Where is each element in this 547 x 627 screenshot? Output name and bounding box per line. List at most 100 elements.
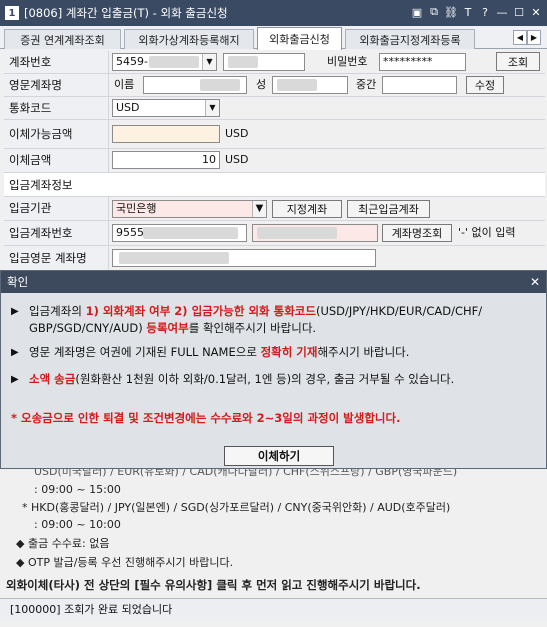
b1-pre: 입금계좌의 <box>29 304 86 318</box>
notice-line-4: : 09:00 ~ 10:00 <box>34 518 121 531</box>
b1-red1: 1) 외화계좌 여부 2) 입금가능한 외화 통화코드 <box>85 304 316 318</box>
transfer-amount-input[interactable]: 10 <box>112 151 220 169</box>
available-amount-label: 이체가능금액 <box>4 120 109 148</box>
b1-post: 를 확인해주시기 바랍니다. <box>188 321 317 335</box>
b1-red2: 등록여부 <box>146 321 189 335</box>
dialog-title-bar: 확인 ✕ <box>1 271 546 293</box>
bullet-triangle-icon: ▶ <box>11 374 19 385</box>
bullet-triangle-icon: ▶ <box>11 306 19 317</box>
middle-name-label: 중간 <box>356 78 377 91</box>
title-bar: 1 [0806] 계좌간 입출금(T) - 외화 출금신청 ▣ ⧉ ⛓ T ? … <box>0 0 547 26</box>
deposit-account-row: 입금계좌번호 9555 계좌명조회 '-' 없이 입력 <box>4 221 545 246</box>
confirm-dialog: 확인 ✕ ▶ 입금계좌의 1) 외화계좌 여부 2) 입금가능한 외화 통화코드… <box>0 270 547 469</box>
bank-select[interactable]: 국민은행 ▼ <box>112 200 267 218</box>
tab-scroll-left-icon[interactable]: ◀ <box>513 30 527 45</box>
middle-name-field <box>382 76 457 94</box>
available-amount-field <box>112 125 220 143</box>
currency-value: USD <box>116 101 140 114</box>
minimize-icon[interactable]: — <box>495 5 509 19</box>
edit-button[interactable]: 수정 <box>466 76 504 94</box>
masked-deposit-account <box>143 227 238 239</box>
link-icon[interactable]: ⛓ <box>444 5 458 19</box>
tab-fx-withdrawal-request[interactable]: 외화출금신청 <box>257 27 342 50</box>
available-amount-row: 이체가능금액 USD <box>4 120 545 149</box>
bank-row: 입금기관 국민은행 ▼ 지정계좌 최근입금계좌 <box>4 197 545 221</box>
account-label: 계좌번호 <box>4 51 109 73</box>
dialog-warning: * 오송금으로 인한 퇴결 및 조건변경에는 수수료와 2~3일의 과정이 발생… <box>11 411 401 425</box>
password-field[interactable]: ********* <box>379 53 466 71</box>
tab-linked-account-inquiry[interactable]: 증권 연계계좌조회 <box>4 29 121 49</box>
notice-line-2: : 09:00 ~ 15:00 <box>34 483 121 496</box>
tab-scroll-right-icon[interactable]: ▶ <box>527 30 541 45</box>
dialog-title: 확인 <box>7 275 29 289</box>
transfer-amount-unit: USD <box>225 153 249 166</box>
b2-post: 해주시기 바랍니다. <box>317 345 410 359</box>
deposit-english-name-field <box>112 249 376 267</box>
currency-label: 통화코드 <box>4 97 109 119</box>
last-name-field <box>272 76 348 94</box>
currency-select[interactable]: USD ▼ <box>112 99 220 117</box>
account-row: 계좌번호 5459- ▼ 비밀번호 ********* 조회 <box>4 51 545 74</box>
bank-label: 입금기관 <box>4 197 109 220</box>
english-name-row: 영문계좌명 이름 성 중간 수정 <box>4 74 545 97</box>
deposit-account-input[interactable]: 9555 <box>112 224 247 242</box>
available-amount-unit: USD <box>225 127 249 140</box>
help-icon[interactable]: ? <box>478 5 492 19</box>
deposit-account-value: 9555 <box>116 226 144 239</box>
close-icon[interactable]: ✕ <box>530 271 540 293</box>
lookup-button[interactable]: 조회 <box>496 52 540 71</box>
chevron-down-icon[interactable]: ▼ <box>252 201 266 217</box>
b1-line2-pre: GBP/SGD/CNY/AUD) <box>29 321 147 335</box>
tab-scroll-buttons: ◀ ▶ <box>513 30 541 45</box>
new-window-icon[interactable]: ⧉ <box>427 5 441 19</box>
deposit-info-section-title: 입금계좌정보 <box>4 173 545 197</box>
close-icon[interactable]: ✕ <box>529 5 543 19</box>
bullet-triangle-icon: ▶ <box>11 347 19 358</box>
tab-strip: 증권 연계계좌조회 외화가상계좌등록해지 외화출금신청 외화출금지정계좌등록 ◀… <box>0 27 547 50</box>
transfer-amount-row: 이체금액 10 USD <box>4 149 545 173</box>
status-bar: [100000] 조회가 완료 되었습니다 <box>0 598 547 620</box>
password-label: 비밀번호 <box>327 55 368 68</box>
masked-last-name <box>277 79 317 91</box>
masked-first-name <box>200 79 240 91</box>
notice-line-5: ◆ 출금 수수료: 없음 <box>16 537 110 550</box>
first-name-label: 이름 <box>114 78 135 91</box>
maximize-icon[interactable]: ☐ <box>512 5 526 19</box>
font-icon[interactable]: T <box>461 5 475 19</box>
b3-red: 소액 송금 <box>29 372 76 386</box>
chevron-down-icon[interactable]: ▼ <box>202 54 216 70</box>
masked-name <box>228 56 258 68</box>
account-name-lookup-button[interactable]: 계좌명조회 <box>382 224 452 242</box>
first-name-field <box>143 76 247 94</box>
currency-row: 통화코드 USD ▼ <box>4 97 545 120</box>
masked-english-name <box>119 252 229 264</box>
masked-holder <box>257 227 337 239</box>
transfer-button[interactable]: 이체하기 <box>224 446 334 466</box>
deposit-account-label: 입금계좌번호 <box>4 221 109 245</box>
b2-pre: 영문 계좌명은 여권에 기재된 FULL NAME으로 <box>29 345 261 359</box>
deposit-english-name-label: 입금영문 계좌명 <box>4 246 109 270</box>
english-name-label: 영문계좌명 <box>4 74 109 96</box>
account-value: 5459- <box>116 55 148 68</box>
b2-red: 정확히 기재 <box>260 345 318 359</box>
tab-virtual-account-register[interactable]: 외화가상계좌등록해지 <box>124 29 254 49</box>
recent-deposit-account-button[interactable]: 최근입금계좌 <box>347 200 430 218</box>
transfer-amount-label: 이체금액 <box>4 149 109 172</box>
save-icon[interactable]: ▣ <box>410 5 424 19</box>
last-name-label: 성 <box>256 78 267 91</box>
account-name-field <box>223 53 305 71</box>
dash-input-hint: '-' 없이 입력 <box>458 226 516 239</box>
title-toolbar: ▣ ⧉ ⛓ T ? — ☐ ✕ <box>410 5 543 19</box>
deposit-account-holder-field <box>252 224 378 242</box>
deposit-english-name-row: 입금영문 계좌명 <box>4 246 545 270</box>
tab-designated-account-register[interactable]: 외화출금지정계좌등록 <box>345 29 475 49</box>
chevron-down-icon[interactable]: ▼ <box>205 100 219 116</box>
window-number-badge: 1 <box>5 6 19 20</box>
designated-account-button[interactable]: 지정계좌 <box>272 200 342 218</box>
masked-account <box>149 56 199 68</box>
window-title: [0806] 계좌간 입출금(T) - 외화 출금신청 <box>24 6 228 20</box>
notice-line-7: 외화이체(타사) 전 상단의 [필수 유의사항] 클릭 후 먼저 읽고 진행해주… <box>6 578 421 592</box>
account-select[interactable]: 5459- ▼ <box>112 53 217 71</box>
b3-post: (원화환산 1천원 이하 외화/0.1달러, 1엔 등)의 경우, 출금 거부될… <box>75 372 455 386</box>
notice-line-3: * HKD(홍콩달러) / JPY(일본엔) / SGD(싱가포르달러) / C… <box>22 501 451 514</box>
